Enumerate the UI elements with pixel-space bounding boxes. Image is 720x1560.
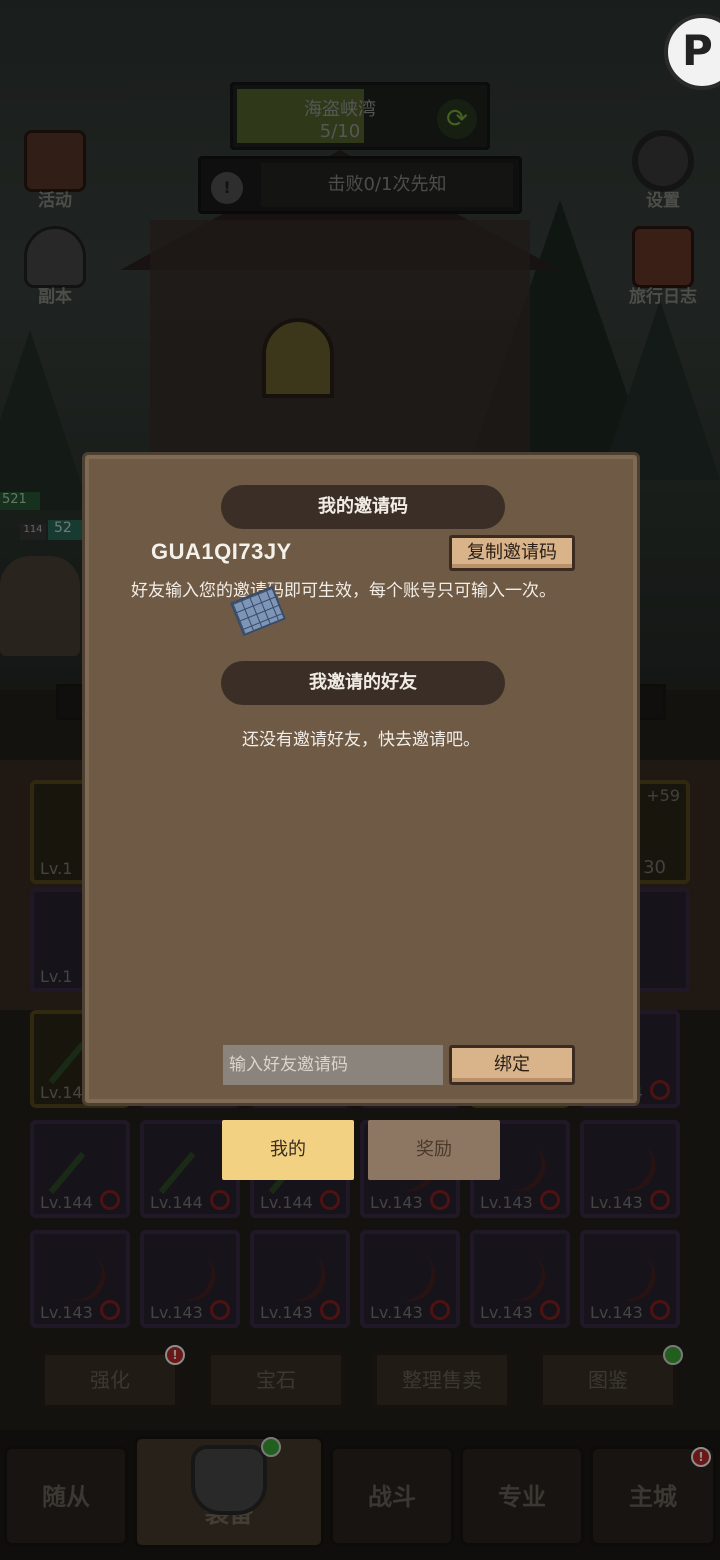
my-code-header: 我的邀请码: [221, 485, 505, 529]
copy-code-button[interactable]: 复制邀请码: [449, 535, 575, 571]
empty-friends-note: 还没有邀请好友，快去邀请吧。: [242, 730, 480, 750]
invite-code: GUA1QI73JY: [151, 539, 292, 564]
bind-button[interactable]: 绑定: [449, 1045, 575, 1085]
tab-mine[interactable]: 我的: [222, 1120, 354, 1180]
my-friends-header: 我邀请的好友: [221, 661, 505, 705]
friend-code-input[interactable]: [223, 1045, 443, 1085]
invite-description: 好友输入您的邀请码即可生效，每个账号只可输入一次。: [131, 581, 556, 601]
tab-rewards[interactable]: 奖励: [368, 1120, 500, 1180]
invite-modal: 我的邀请码 GUA1QI73JY 复制邀请码 好友输入您的邀请码即可生效，每个账…: [82, 452, 640, 1106]
